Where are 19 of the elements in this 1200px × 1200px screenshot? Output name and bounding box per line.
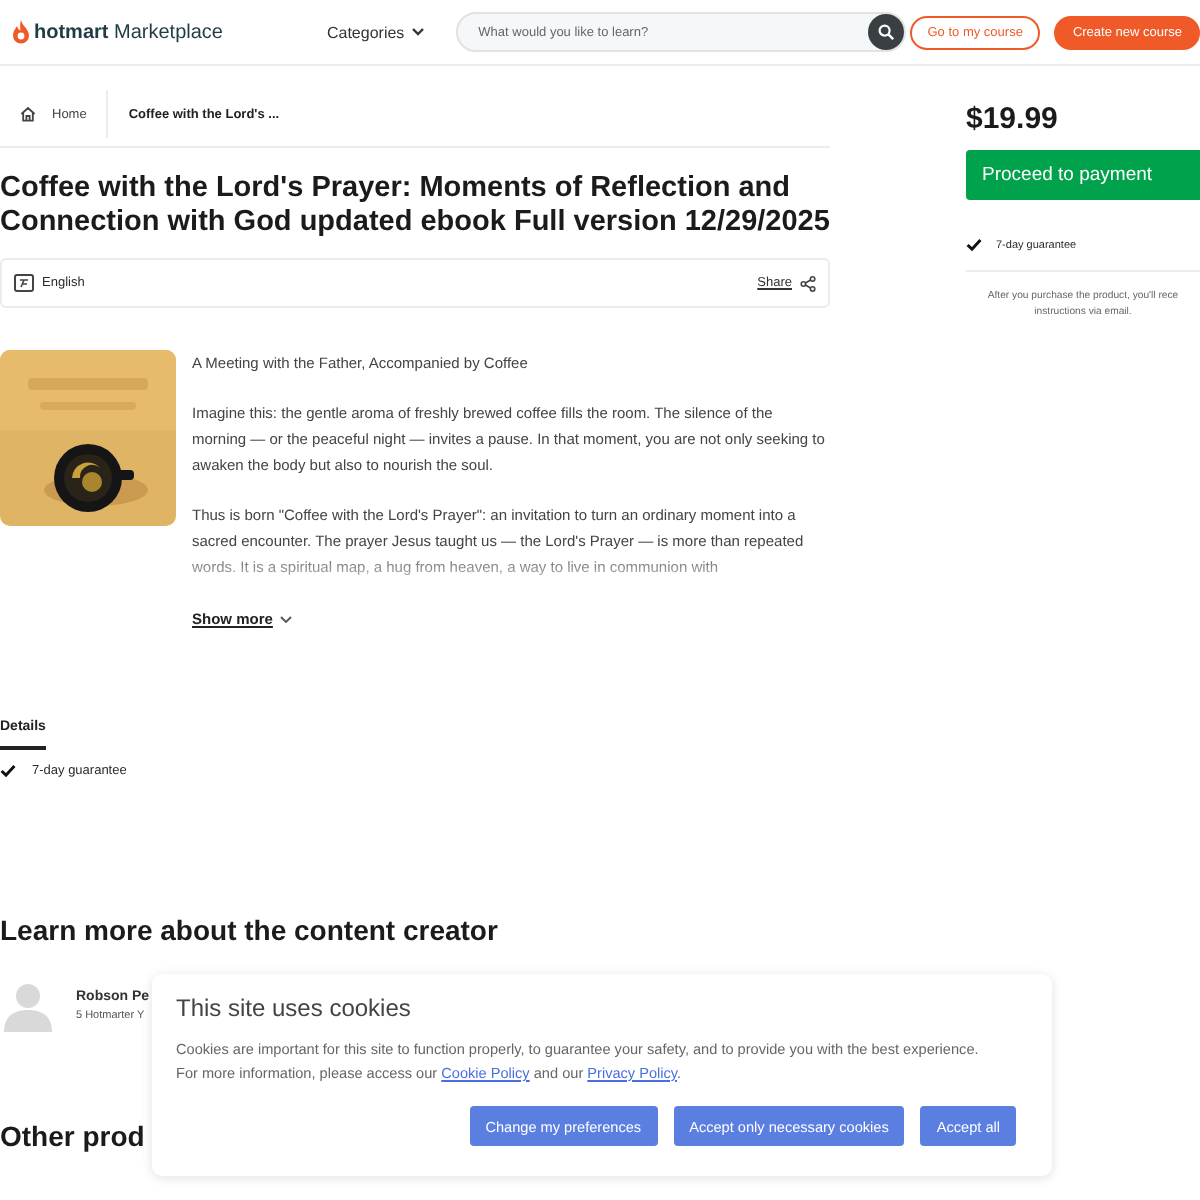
- product-title: Coffee with the Lord's Prayer: Moments of Reflection and Connection with God updated ebook Full version 12/29/2025: [0, 172, 830, 240]
- avatar-icon: [0, 978, 56, 1034]
- logo-text[interactable]: hotmart Marketplace: [34, 21, 223, 43]
- flame-icon: [12, 20, 30, 44]
- search-icon: [878, 24, 895, 40]
- price: $19.99: [966, 102, 1060, 136]
- categories-menu[interactable]: Categories: [326, 23, 425, 41]
- payment-button[interactable]: Proceed to payment: [966, 150, 1200, 200]
- section-heading: Learn more about the content creator: [0, 914, 500, 946]
- language-icon: [14, 274, 34, 292]
- section-heading: Other prod: [0, 1120, 145, 1152]
- chevron-down-icon: [412, 28, 425, 36]
- search-button[interactable]: [868, 14, 905, 50]
- chevron-down-icon: [280, 615, 293, 623]
- share-icon: [800, 275, 816, 291]
- check-icon: [0, 764, 16, 778]
- home-icon: [20, 106, 36, 122]
- check-icon: [966, 238, 982, 252]
- dialog-title: This site uses cookies: [176, 994, 413, 1022]
